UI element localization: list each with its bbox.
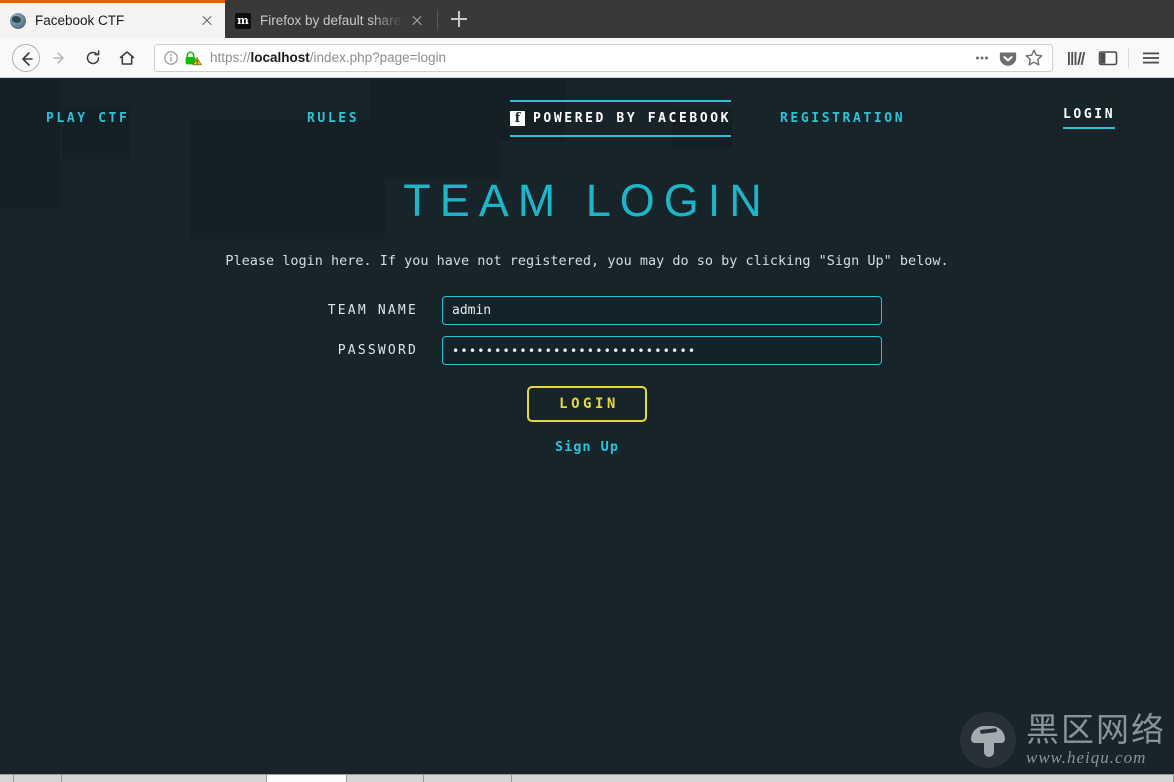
team-name-input[interactable] (442, 296, 882, 325)
team-name-label: TEAM NAME (327, 303, 418, 318)
star-icon[interactable] (1022, 46, 1046, 70)
browser-tab-facebook-ctf[interactable]: Facebook CTF (0, 0, 225, 38)
close-icon[interactable] (407, 11, 427, 31)
toolbar-divider (1128, 47, 1129, 68)
page-description: Please login here. If you have not regis… (225, 253, 949, 269)
info-circle-icon[interactable] (163, 50, 179, 66)
medium-m-icon: m (235, 12, 251, 29)
site-navigation: PLAY CTF RULES f POWERED BY FACEBOOK REG… (0, 97, 1174, 139)
nav-item-label: POWERED BY FACEBOOK (533, 110, 732, 126)
watermark: 黑区网络 www.heiqu.com (960, 712, 1166, 768)
taskbar-segment-active[interactable] (267, 775, 347, 782)
hamburger-menu-icon[interactable] (1136, 43, 1166, 73)
page-title: TEAM LOGIN (403, 175, 771, 226)
page-content: PLAY CTF RULES f POWERED BY FACEBOOK REG… (0, 79, 1174, 774)
library-icon[interactable] (1061, 43, 1091, 73)
taskbar-segment[interactable] (0, 775, 14, 782)
browser-tab-firefox-shares[interactable]: m Firefox by default shares (225, 0, 435, 38)
nav-item-login[interactable]: LOGIN (1063, 107, 1116, 129)
password-label: PASSWORD (337, 343, 418, 358)
nav-item-powered-by-facebook[interactable]: f POWERED BY FACEBOOK (510, 99, 732, 137)
taskbar-segment[interactable] (424, 775, 512, 782)
home-icon[interactable] (112, 43, 142, 73)
login-button[interactable]: LOGIN (527, 386, 647, 422)
password-row: PASSWORD (0, 336, 1174, 365)
tab-title: Facebook CTF (35, 13, 125, 28)
tab-strip: Facebook CTF m Firefox by default shares (0, 0, 1174, 38)
pocket-icon[interactable] (996, 46, 1020, 70)
ellipsis-icon[interactable] (970, 46, 994, 70)
url-action-group (970, 46, 1046, 70)
url-bar[interactable]: https://localhost/index.php?page=login (154, 43, 1053, 72)
taskbar-segment[interactable] (512, 775, 1174, 782)
lock-warning-icon[interactable] (184, 50, 202, 66)
nav-item-play-ctf[interactable]: PLAY CTF (46, 111, 129, 126)
forward-arrow-icon[interactable] (44, 43, 74, 73)
facebook-icon: f (510, 110, 525, 126)
watermark-url: www.heiqu.com (1026, 747, 1147, 767)
watermark-text: 黑区网络 www.heiqu.com (1026, 713, 1166, 768)
sidebar-icon[interactable] (1093, 43, 1123, 73)
taskbar-segment[interactable] (347, 775, 424, 782)
nav-item-rules[interactable]: RULES (307, 111, 359, 126)
mushroom-icon (960, 712, 1016, 768)
url-text: https://localhost/index.php?page=login (210, 50, 447, 65)
new-tab-button[interactable] (444, 4, 474, 34)
taskbar-segment[interactable] (62, 775, 267, 782)
close-icon[interactable] (197, 11, 217, 31)
login-form: TEAM NAME PASSWORD LOGIN Sign Up (0, 296, 1174, 455)
team-name-row: TEAM NAME (0, 296, 1174, 325)
watermark-chinese: 黑区网络 (1026, 709, 1166, 749)
globe-icon (10, 12, 26, 29)
sign-up-link[interactable]: Sign Up (0, 439, 1174, 455)
taskbar-segment[interactable] (14, 775, 62, 782)
nav-item-registration[interactable]: REGISTRATION (780, 111, 905, 126)
tab-divider (437, 10, 438, 30)
password-input[interactable] (442, 336, 882, 365)
back-arrow-icon[interactable] (12, 43, 40, 72)
submit-row: LOGIN (0, 386, 1174, 422)
browser-window: Facebook CTF m Firefox by default shares (0, 0, 1174, 782)
tab-title: Firefox by default shares (260, 13, 403, 28)
reload-icon[interactable] (78, 43, 108, 73)
browser-toolbar: https://localhost/index.php?page=login (0, 38, 1174, 78)
desktop-taskbar[interactable] (0, 774, 1174, 782)
